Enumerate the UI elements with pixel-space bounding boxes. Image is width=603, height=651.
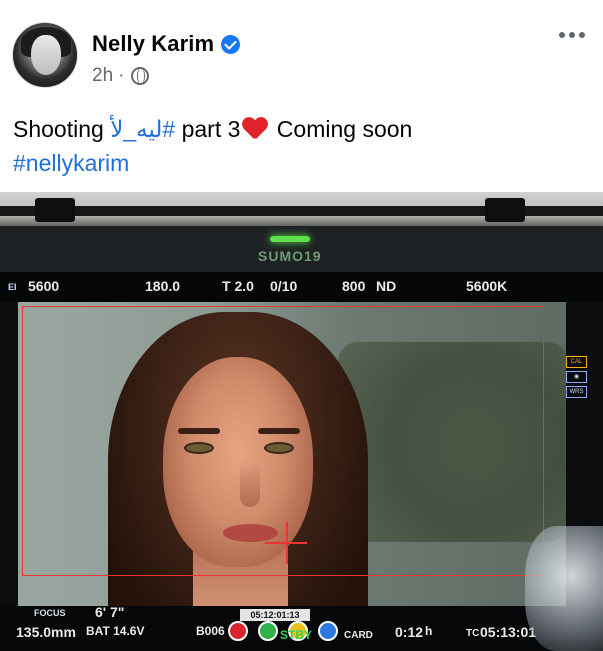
caption-text: Coming soon <box>270 116 413 142</box>
field-monitor: SUMO19 EI 5600 180.0 T 2.0 0/10 800 ND 5… <box>0 226 603 651</box>
hud-iso: 5600 <box>28 278 60 294</box>
monitor-screen: EI 5600 180.0 T 2.0 0/10 800 ND 5600K CA… <box>0 272 603 651</box>
caption-text: Shooting <box>13 116 111 142</box>
hud-timecode: 05:13:01 <box>480 624 537 640</box>
hud-time-remaining: 0:12 <box>395 624 424 640</box>
hud-focus-value: 6' 7" <box>95 604 125 620</box>
rig-clamp <box>35 198 75 222</box>
hud-fps: 180.0 <box>145 278 181 294</box>
hud-nd: ND <box>376 278 397 294</box>
hashtag-link[interactable]: #ليه_لأ <box>110 116 175 142</box>
hud-clip: B006 <box>196 624 225 638</box>
hud-card: CARD <box>344 630 373 641</box>
author-name-row: Nelly Karim <box>92 31 241 57</box>
play-icon[interactable] <box>258 621 278 641</box>
menu-icon[interactable] <box>318 621 338 641</box>
hud-tc-box: 05:12:01:13 <box>240 609 310 621</box>
post-header: Nelly Karim 2h · <box>0 0 603 100</box>
post-photo[interactable]: SUMO19 EI 5600 180.0 T 2.0 0/10 800 ND 5… <box>0 192 603 651</box>
cal-label: CAL <box>566 356 587 368</box>
rig-clamp <box>485 198 525 222</box>
verified-badge-icon <box>221 34 241 54</box>
post-meta: 2h · <box>92 65 150 87</box>
heart-emoji-icon <box>242 118 268 140</box>
hud-unit: h <box>425 624 433 638</box>
hud-shutter: 800 <box>342 278 366 294</box>
author-name[interactable]: Nelly Karim <box>92 31 214 57</box>
monitor-top-hud: EI 5600 180.0 T 2.0 0/10 800 ND 5600K <box>0 272 603 302</box>
hud-battery: BAT 14.6V <box>86 624 145 638</box>
wrs-label: WRS <box>566 386 587 398</box>
avatar-face <box>31 35 61 75</box>
author-avatar[interactable] <box>12 22 78 88</box>
caption-text: part 3 <box>175 116 241 142</box>
frame-guide <box>22 306 544 576</box>
hud-ei-label: EI <box>8 282 17 292</box>
monitor-bottom-hud: 05:12:01:13 FOCUS 6' 7" 135.0mm BAT 14.6… <box>0 604 603 651</box>
monitor-side-icons: CAL ◉ WRS <box>566 356 587 398</box>
foreground-glass <box>525 526 603 651</box>
hud-focus-label: FOCUS <box>34 608 66 618</box>
record-icon[interactable] <box>228 621 248 641</box>
more-options-icon[interactable] <box>555 28 589 42</box>
globe-icon[interactable] <box>131 67 150 85</box>
hud-count: 0/10 <box>270 278 298 294</box>
hud-stby: STBY <box>280 628 313 642</box>
monitor-led <box>270 236 310 242</box>
post-caption: Shooting #ليه_لأ part 3 Coming soon #nel… <box>13 112 593 180</box>
eye-icon: ◉ <box>566 371 587 383</box>
hud-tc-label: TC <box>466 628 480 639</box>
hud-lens: 135.0mm <box>16 624 76 640</box>
monitor-brand: SUMO19 <box>258 248 322 264</box>
hud-iris: T 2.0 <box>222 278 254 294</box>
post-time[interactable]: 2h <box>92 65 113 87</box>
center-cross <box>286 522 288 564</box>
meta-separator: · <box>118 65 125 86</box>
hud-wb: 5600K <box>466 278 508 294</box>
hashtag-link[interactable]: #nellykarim <box>13 150 129 176</box>
